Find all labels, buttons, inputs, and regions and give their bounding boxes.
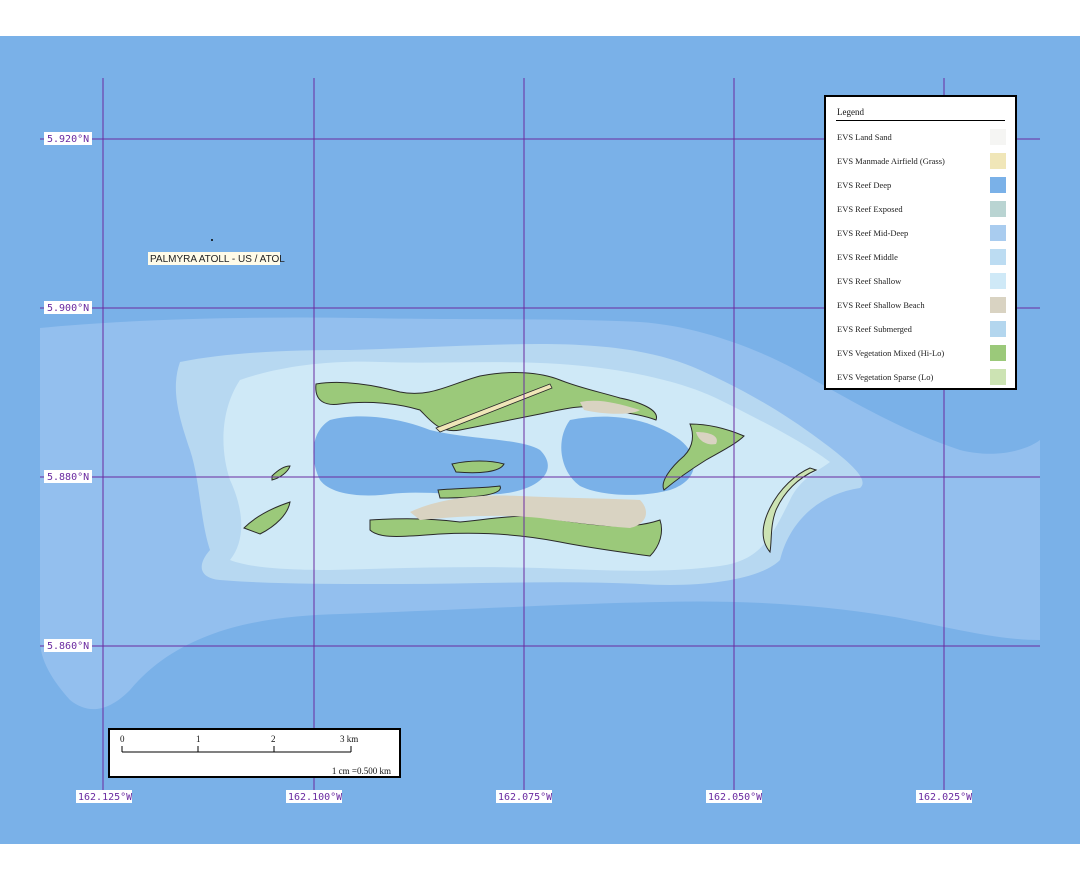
legend-item-label: EVS Reef Mid-Deep — [837, 228, 909, 238]
lon-label-162050: 162.050°W — [708, 792, 763, 803]
legend-title: Legend — [837, 107, 864, 117]
legend-swatch — [990, 273, 1006, 289]
legend-item: EVS Reef Shallow Beach — [837, 297, 1006, 315]
place-label[interactable]: PALMYRA ATOLL - US / ATOL — [150, 254, 285, 265]
lat-label-5920: 5.920°N — [47, 134, 89, 145]
legend-swatch — [990, 345, 1006, 361]
legend-item-label: EVS Reef Shallow Beach — [837, 300, 925, 310]
legend-item: EVS Manmade Airfield (Grass) — [837, 153, 1006, 171]
lat-label-5880: 5.880°N — [47, 472, 89, 483]
legend-swatch — [990, 321, 1006, 337]
legend-item-label: EVS Reef Exposed — [837, 204, 903, 214]
legend-item: EVS Reef Middle — [837, 249, 1006, 267]
lon-label-162100: 162.100°W — [288, 792, 343, 803]
legend: Legend EVS Land Sand EVS Manmade Airfiel… — [824, 95, 1017, 390]
lat-label-5900: 5.900°N — [47, 303, 89, 314]
scale-ratio: 1 cm =0.500 km — [331, 766, 391, 776]
lon-label-162025: 162.025°W — [918, 792, 973, 803]
legend-item-label: EVS Land Sand — [837, 132, 892, 142]
legend-swatch — [990, 129, 1006, 145]
legend-item: EVS Reef Deep — [837, 177, 1006, 195]
legend-swatch — [990, 177, 1006, 193]
legend-item: EVS Vegetation Sparse (Lo) — [837, 369, 1006, 387]
legend-swatch — [990, 249, 1006, 265]
legend-swatch — [990, 153, 1006, 169]
scale-bar: 0 1 2 3 km 1 cm =0.500 km — [108, 728, 401, 778]
legend-item-label: EVS Reef Deep — [837, 180, 892, 190]
legend-item: EVS Reef Shallow — [837, 273, 1006, 291]
legend-swatch — [990, 369, 1006, 385]
lat-label-5860: 5.860°N — [47, 641, 89, 652]
legend-item-label: EVS Reef Shallow — [837, 276, 902, 286]
legend-item-label: EVS Vegetation Sparse (Lo) — [837, 372, 934, 382]
legend-item: EVS Reef Submerged — [837, 321, 1006, 339]
legend-swatch — [990, 201, 1006, 217]
legend-swatch — [990, 297, 1006, 313]
legend-item-label: EVS Reef Middle — [837, 252, 898, 262]
legend-swatch — [990, 225, 1006, 241]
lon-label-162075: 162.075°W — [498, 792, 553, 803]
legend-item-label: EVS Manmade Airfield (Grass) — [837, 156, 945, 166]
place-marker[interactable] — [211, 239, 213, 241]
lon-label-162125: 162.125°W — [78, 792, 133, 803]
legend-item: EVS Vegetation Mixed (Hi-Lo) — [837, 345, 1006, 363]
legend-divider — [836, 120, 1005, 121]
legend-item: EVS Reef Exposed — [837, 201, 1006, 219]
legend-item-label: EVS Vegetation Mixed (Hi-Lo) — [837, 348, 945, 358]
legend-item: EVS Land Sand — [837, 129, 1006, 147]
legend-item-label: EVS Reef Submerged — [837, 324, 912, 334]
legend-item: EVS Reef Mid-Deep — [837, 225, 1006, 243]
